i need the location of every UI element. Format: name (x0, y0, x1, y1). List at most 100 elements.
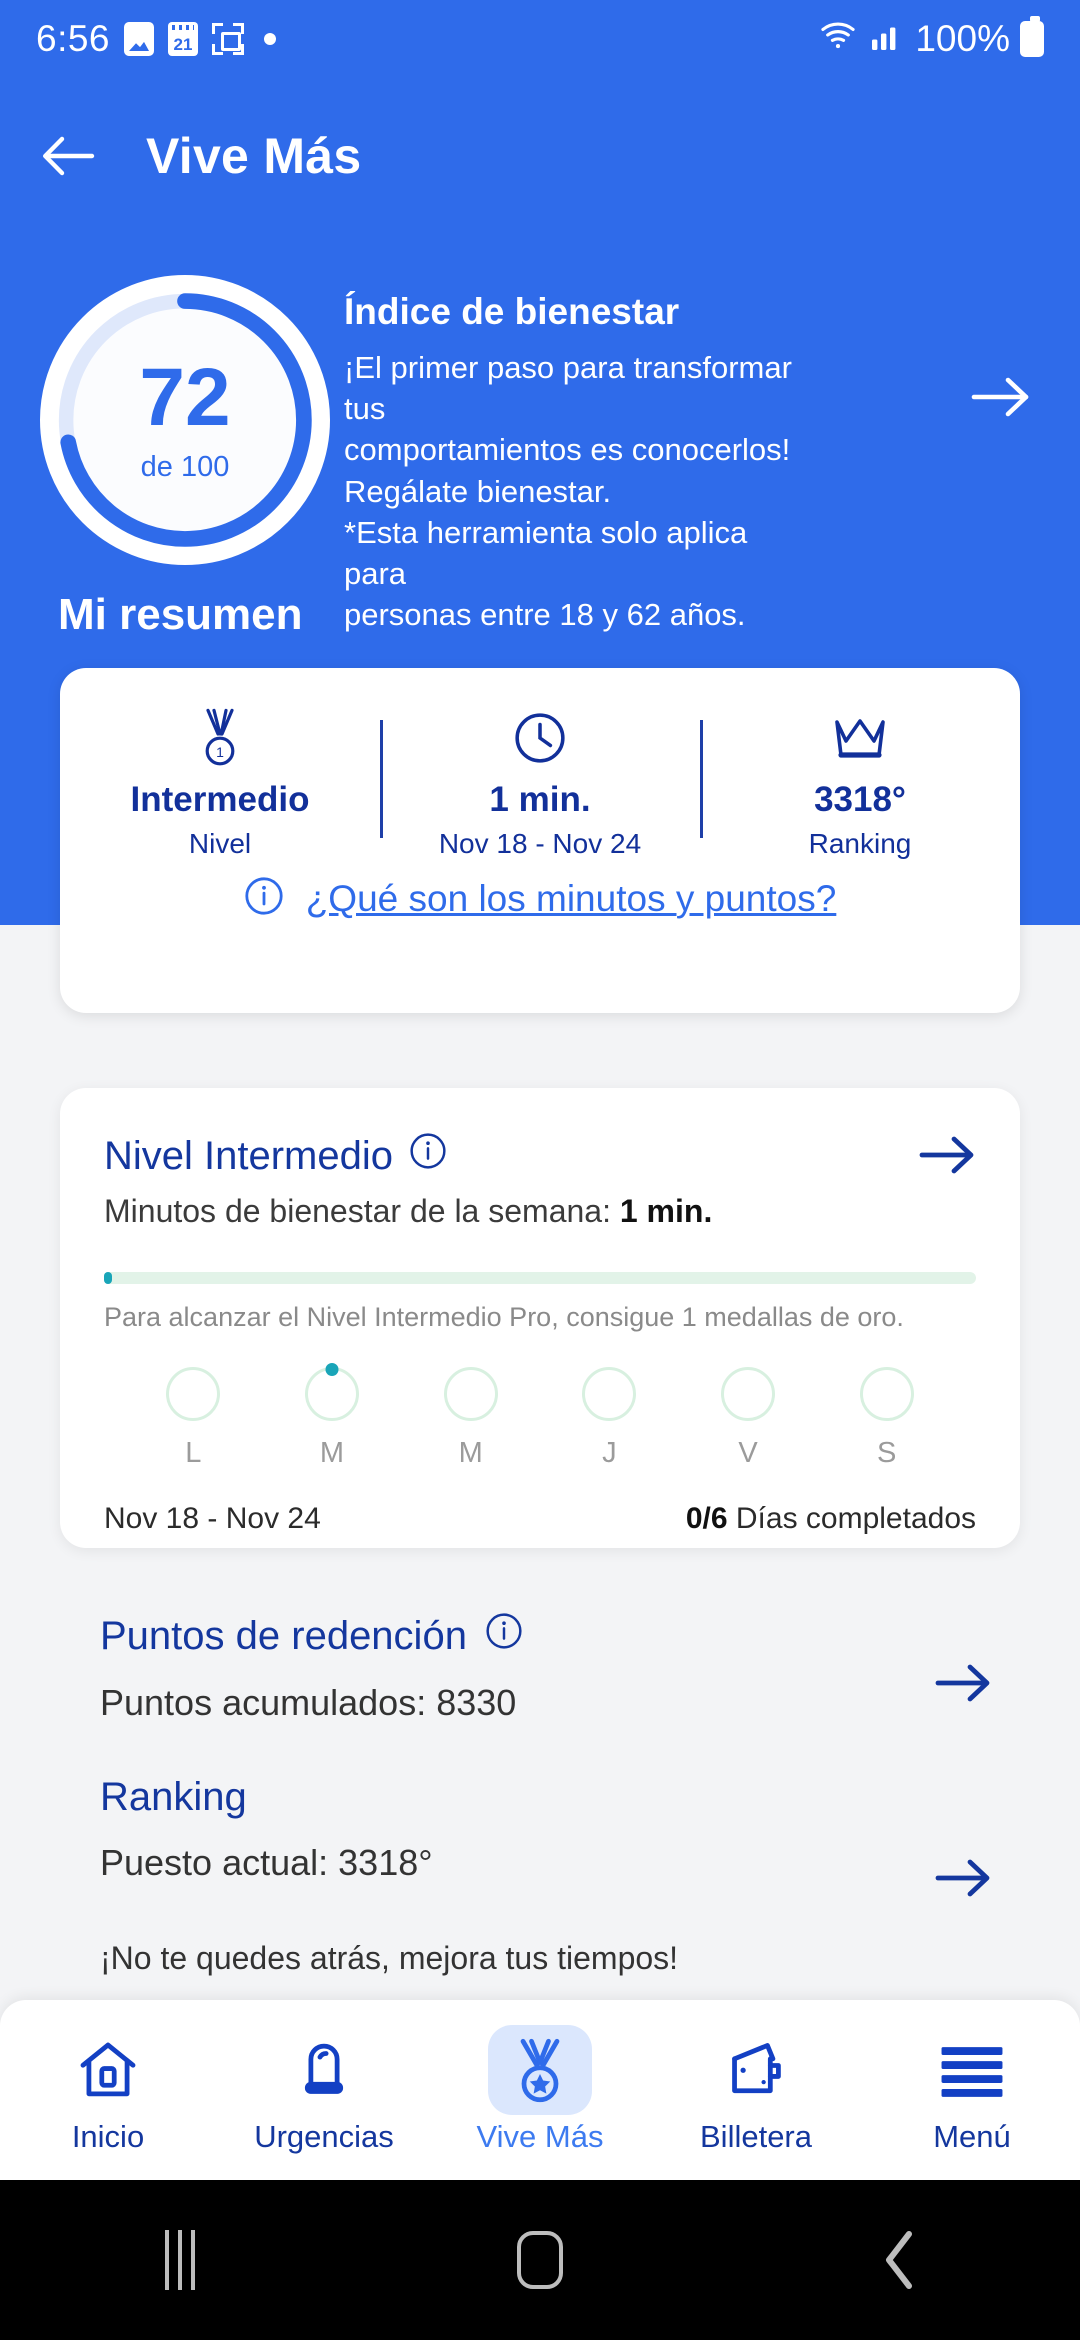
level-title-group: Nivel Intermedio (104, 1132, 447, 1180)
back-chevron-icon[interactable] (720, 2228, 1080, 2292)
level-subtitle: Minutos de bienestar de la semana: 1 min… (104, 1193, 976, 1230)
nav-item-menu[interactable]: Menú (864, 2025, 1080, 2155)
nav-item-urgencias[interactable]: Urgencias (216, 2025, 432, 2155)
minutes-points-info-link[interactable]: ¿Qué son los minutos y puntos? (60, 876, 1020, 921)
paragraph-line: personas entre 18 y 62 años. (344, 597, 746, 633)
photo-icon (124, 22, 155, 56)
day-circle-today (305, 1367, 359, 1421)
ranking-note-block: ¡No te quedes atrás, mejora tus tiempos! (0, 1940, 1080, 1977)
ambulance-light-icon (272, 2025, 376, 2115)
day-item[interactable]: S (817, 1367, 956, 1470)
summary-stat-label: Nivel (188, 828, 252, 859)
points-arrow-button[interactable] (934, 1660, 992, 1711)
page-title: Vive Más (146, 128, 362, 184)
days-completed: 0/6 Días completados (686, 1502, 976, 1536)
info-icon (244, 876, 284, 921)
crown-icon (831, 710, 889, 766)
summary-stats-row: 1 Intermedio Nivel 1 min. Nov 18 - Nov 2… (60, 668, 1020, 868)
day-item[interactable]: L (124, 1367, 263, 1470)
wellness-score-ring: 72 de 100 (40, 275, 330, 565)
day-label: M (458, 1437, 483, 1469)
summary-stat-value: Intermedio (130, 780, 310, 819)
recents-icon[interactable] (0, 2230, 360, 2290)
level-card[interactable]: Nivel Intermedio Minutos de bienestar de… (60, 1088, 1020, 1548)
ranking-section[interactable]: Ranking Puesto actual: 3318° (0, 1775, 1080, 1897)
level-progress-fill (104, 1272, 112, 1284)
wellness-score-value: 72 (139, 351, 231, 443)
info-icon[interactable] (485, 1612, 523, 1660)
level-subtitle-value: 1 min. (619, 1193, 713, 1229)
day-circle (721, 1367, 776, 1421)
clock-icon (513, 710, 567, 766)
summary-stat-nivel[interactable]: 1 Intermedio Nivel (60, 708, 380, 868)
medal-icon: 1 (194, 708, 246, 766)
status-time: 6:56 (36, 18, 111, 59)
summary-stat-value: 1 min. (489, 780, 591, 819)
hamburger-menu-icon (920, 2025, 1024, 2115)
day-label: J (602, 1437, 617, 1469)
day-label: S (877, 1437, 897, 1469)
wellness-index-arrow-button[interactable] (970, 275, 1032, 426)
day-item[interactable]: M (263, 1367, 402, 1470)
nav-label: Inicio (71, 2119, 145, 2154)
home-pill-icon[interactable] (360, 2231, 720, 2289)
app-screen: 6:56 21 100% Vive Más 72 de 100 Índice d… (0, 0, 1080, 2340)
level-card-arrow-button[interactable] (918, 1132, 976, 1183)
days-completed-count: 0/6 (685, 1502, 728, 1535)
nav-item-billetera[interactable]: Billetera (648, 2025, 864, 2155)
summary-stat-label: Nov 18 - Nov 24 (438, 828, 642, 859)
status-bar-right: 100% (817, 16, 1044, 63)
paragraph-line: Regálate bienestar. (344, 473, 612, 509)
battery-icon (1020, 16, 1044, 57)
nav-label: Menú (933, 2119, 1011, 2154)
minutes-points-info-label: ¿Qué son los minutos y puntos? (305, 877, 837, 919)
points-section[interactable]: Puntos de redención Puntos acumulados: 8… (0, 1612, 1080, 1724)
wellness-score-center: 72 de 100 (40, 275, 330, 565)
ranking-arrow-button[interactable] (934, 1855, 992, 1906)
paragraph-line: comportamientos es conocerlos! (344, 432, 791, 468)
svg-text:1: 1 (216, 744, 224, 760)
day-circle (582, 1367, 637, 1421)
nav-item-inicio[interactable]: Inicio (0, 2025, 216, 2155)
day-circle (166, 1367, 221, 1421)
bottom-navigation: Inicio Urgencias Vive Más Billetera Menú (0, 2000, 1080, 2180)
level-title: Nivel Intermedio (104, 1133, 394, 1178)
paragraph-line: ¡El primer paso para transformar tus (344, 350, 792, 427)
wellness-index-block[interactable]: 72 de 100 Índice de bienestar ¡El primer… (0, 275, 1080, 636)
day-item[interactable]: J (540, 1367, 679, 1470)
level-card-header: Nivel Intermedio (104, 1132, 976, 1183)
status-bar-left: 6:56 21 (36, 18, 277, 60)
level-card-footer: Nov 18 - Nov 24 0/6 Días completados (104, 1502, 976, 1536)
wallet-icon (704, 2025, 808, 2115)
calendar-icon: 21 (168, 22, 199, 56)
app-bar: Vive Más (0, 112, 1080, 200)
summary-stat-label: Ranking (808, 828, 912, 859)
day-item[interactable]: M (401, 1367, 540, 1470)
home-icon (56, 2025, 160, 2115)
day-circle (859, 1367, 914, 1421)
status-bar: 6:56 21 100% (0, 0, 1080, 78)
back-button[interactable] (20, 112, 116, 200)
paragraph-line: *Esta herramienta solo aplica para (344, 514, 748, 592)
nav-label: Urgencias (254, 2119, 394, 2154)
day-item[interactable]: V (679, 1367, 818, 1470)
points-title: Puntos de redención (100, 1613, 467, 1658)
summary-stat-ranking[interactable]: 3318° Ranking (700, 710, 1020, 868)
summary-stat-value: 3318° (814, 780, 906, 819)
ranking-note: ¡No te quedes atrás, mejora tus tiempos! (100, 1940, 679, 1976)
points-subtitle: Puntos acumulados: 8330 (100, 1682, 517, 1723)
summary-stat-minutos[interactable]: 1 min. Nov 18 - Nov 24 (380, 710, 700, 868)
day-label: L (185, 1437, 202, 1469)
summary-card: 1 Intermedio Nivel 1 min. Nov 18 - Nov 2… (60, 668, 1020, 1013)
day-label: V (738, 1437, 758, 1469)
battery-percent: 100% (915, 18, 1010, 59)
wifi-icon (817, 16, 859, 63)
ranking-subtitle: Puesto actual: 3318° (100, 1842, 433, 1883)
info-icon[interactable] (409, 1132, 447, 1180)
screen-capture-icon (212, 23, 245, 55)
wellness-index-text: Índice de bienestar ¡El primer paso para… (344, 275, 814, 636)
day-label: M (319, 1437, 345, 1469)
signal-icon (869, 17, 905, 62)
points-title-group: Puntos de redención (100, 1612, 980, 1660)
nav-item-vive-mas[interactable]: Vive Más (432, 2025, 648, 2155)
